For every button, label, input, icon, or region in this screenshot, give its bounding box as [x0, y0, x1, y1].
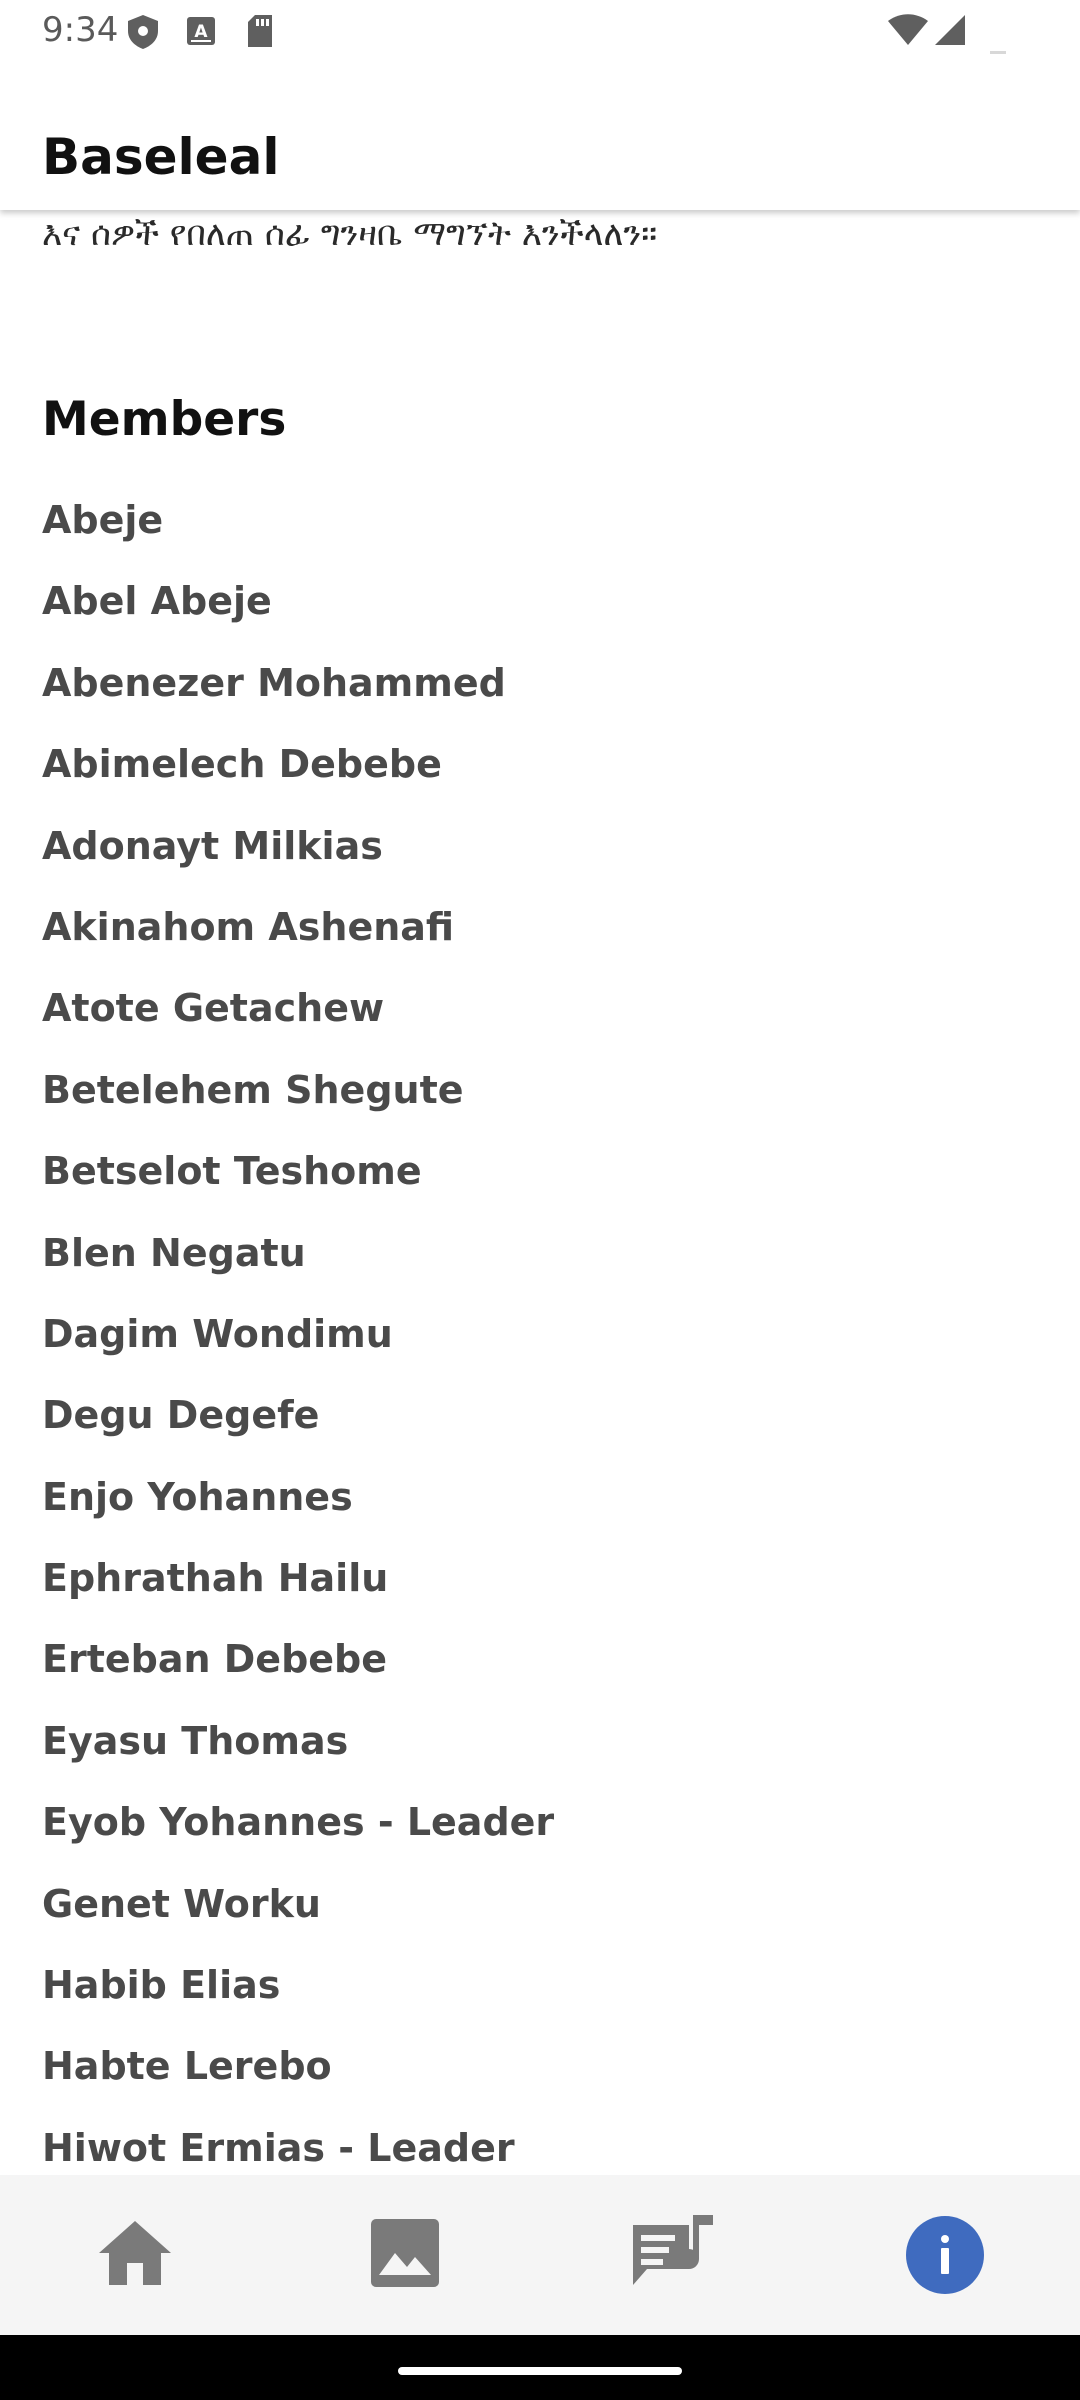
list-item: Blen Negatu — [42, 1230, 306, 1275]
status-bar: 9:34 A — [0, 0, 1080, 62]
list-item: Abel Abeje — [42, 579, 272, 624]
battery-icon — [990, 40, 1006, 59]
shield-icon — [126, 14, 160, 54]
list-item: Abenezer Mohammed — [42, 660, 506, 705]
lyrics-icon — [631, 2213, 719, 2297]
list-item: Hiwot Ermias - Leader — [42, 2125, 515, 2170]
signal-icon — [934, 14, 966, 50]
screen: 9:34 A Baseleal እና ሰዎች የበለጠ ሰፊ ግንዛቤ ማግኘት… — [0, 0, 1080, 2400]
list-item: Betelehem Shegute — [42, 1067, 464, 1112]
list-item: Akinahom Ashenafi — [42, 904, 455, 949]
list-item: Adonayt Milkias — [42, 823, 383, 868]
app-bar: Baseleal — [0, 62, 1080, 210]
content-scroll-area[interactable]: እና ሰዎች የበለጠ ሰፊ ግንዛቤ ማግኘት እንችላለን። Members… — [0, 210, 1080, 2175]
nav-info-button[interactable] — [810, 2175, 1080, 2335]
list-item: Abeje — [42, 498, 164, 542]
nav-home-button[interactable] — [0, 2175, 270, 2335]
nav-gallery-button[interactable] — [270, 2175, 540, 2335]
page-title: Baseleal — [42, 128, 280, 186]
list-item: Habib Elias — [42, 1963, 281, 2008]
text-a-icon: A — [186, 16, 216, 50]
list-item: Eyasu Thomas — [42, 1718, 349, 1763]
gallery-icon — [369, 2217, 441, 2293]
info-icon — [906, 2216, 984, 2294]
list-item: Habte Lerebo — [42, 2044, 332, 2089]
home-gesture-handle[interactable] — [398, 2367, 682, 2375]
list-item: Eyob Yohannes - Leader — [42, 1800, 555, 1845]
list-item: Degu Degefe — [42, 1393, 320, 1438]
system-navigation-bar — [0, 2335, 1080, 2400]
bottom-navigation — [0, 2175, 1080, 2335]
home-icon — [97, 2219, 173, 2291]
list-item: Ephrathah Hailu — [42, 1556, 389, 1601]
wifi-icon — [888, 14, 928, 50]
nav-lyrics-button[interactable] — [540, 2175, 810, 2335]
list-item: Atote Getachew — [42, 986, 385, 1031]
list-item: Dagim Wondimu — [42, 1311, 393, 1356]
list-item: Erteban Debebe — [42, 1637, 388, 1682]
sd-card-icon — [246, 14, 274, 52]
members-heading: Members — [42, 392, 287, 447]
status-time: 9:34 — [42, 10, 119, 50]
list-item: Betselot Teshome — [42, 1149, 422, 1194]
svg-text:A: A — [194, 22, 208, 42]
list-item: Enjo Yohannes — [42, 1474, 353, 1519]
intro-text: እና ሰዎች የበለጠ ሰፊ ግንዛቤ ማግኘት እንችላለን። — [42, 214, 658, 254]
members-list: Abeje Abel Abeje Abenezer Mohammed Abime… — [42, 490, 554, 2175]
list-item: Abimelech Debebe — [42, 742, 442, 787]
list-item: Genet Worku — [42, 1881, 321, 1926]
